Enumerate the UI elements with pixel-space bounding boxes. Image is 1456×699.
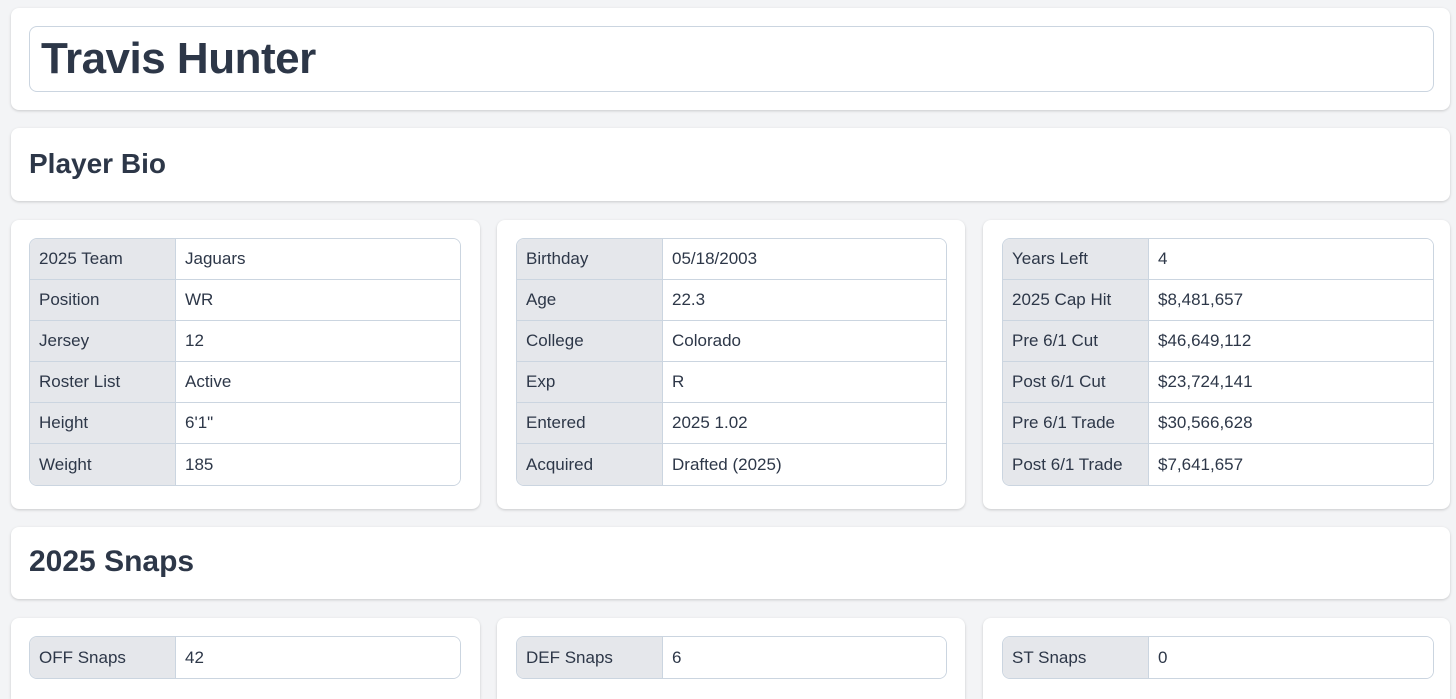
row-label: Pre 6/1 Cut	[1003, 321, 1149, 362]
row-value: R	[663, 362, 946, 403]
row-label: Height	[30, 403, 176, 444]
table-row: 2025 Cap Hit $8,481,657	[1003, 280, 1433, 321]
row-label: Birthday	[517, 239, 663, 280]
row-label: Roster List	[30, 362, 176, 403]
table-row: Acquired Drafted (2025)	[517, 444, 946, 485]
row-value: $30,566,628	[1149, 403, 1433, 444]
table-row: ST Snaps 0	[1003, 637, 1433, 678]
row-label: College	[517, 321, 663, 362]
table-row: Roster List Active	[30, 362, 460, 403]
snaps-header: 2025 Snaps	[11, 527, 1450, 599]
row-label: DEF Snaps	[517, 637, 663, 678]
table-row: DEF Snaps 6	[517, 637, 946, 678]
row-value: Active	[176, 362, 460, 403]
bio-card-personal: Birthday 05/18/2003 Age 22.3 College Colora…	[497, 220, 965, 509]
table-row: Birthday 05/18/2003	[517, 239, 946, 280]
row-value: $23,724,141	[1149, 362, 1433, 403]
table-row: Pre 6/1 Cut $46,649,112	[1003, 321, 1433, 362]
table-row: Weight 185	[30, 444, 460, 485]
row-value: $7,641,657	[1149, 444, 1433, 485]
row-value: 0	[1149, 637, 1433, 678]
table-row: OFF Snaps 42	[30, 637, 460, 678]
table-row: Jersey 12	[30, 321, 460, 362]
row-label: Post 6/1 Cut	[1003, 362, 1149, 403]
row-label: 2025 Cap Hit	[1003, 280, 1149, 321]
row-label: OFF Snaps	[30, 637, 176, 678]
bio-table-team: 2025 Team Jaguars Position WR Jersey 12 Ros…	[29, 238, 461, 486]
row-value: Colorado	[663, 321, 946, 362]
bio-table-personal: Birthday 05/18/2003 Age 22.3 College Colora…	[516, 238, 947, 486]
table-row: Position WR	[30, 280, 460, 321]
row-value: 12	[176, 321, 460, 362]
snaps-table-special-teams: ST Snaps 0	[1002, 636, 1434, 679]
table-row: 2025 Team Jaguars	[30, 239, 460, 280]
row-value: 6'1"	[176, 403, 460, 444]
row-label: Years Left	[1003, 239, 1149, 280]
table-row: Years Left 4	[1003, 239, 1433, 280]
row-label: Exp	[517, 362, 663, 403]
table-row: College Colorado	[517, 321, 946, 362]
player-name: Travis Hunter	[41, 34, 316, 83]
row-label: Weight	[30, 444, 176, 485]
table-row: Pre 6/1 Trade $30,566,628	[1003, 403, 1433, 444]
row-value: $46,649,112	[1149, 321, 1433, 362]
row-label: Pre 6/1 Trade	[1003, 403, 1149, 444]
row-label: Post 6/1 Trade	[1003, 444, 1149, 485]
bio-card-contract: Years Left 4 2025 Cap Hit $8,481,657 Pre 6…	[983, 220, 1450, 509]
row-value: 4	[1149, 239, 1433, 280]
bio-table-contract: Years Left 4 2025 Cap Hit $8,481,657 Pre 6…	[1002, 238, 1434, 486]
row-value: 6	[663, 637, 946, 678]
table-row: Age 22.3	[517, 280, 946, 321]
snaps-card-offense: OFF Snaps 42	[11, 618, 480, 699]
row-value: WR	[176, 280, 460, 321]
row-label: 2025 Team	[30, 239, 176, 280]
snaps-table-offense: OFF Snaps 42	[29, 636, 461, 679]
row-value: 42	[176, 637, 460, 678]
row-label: Jersey	[30, 321, 176, 362]
table-row: Exp R	[517, 362, 946, 403]
row-value: 185	[176, 444, 460, 485]
row-value: Jaguars	[176, 239, 460, 280]
table-row: Post 6/1 Cut $23,724,141	[1003, 362, 1433, 403]
snaps-table-defense: DEF Snaps 6	[516, 636, 947, 679]
table-row: Entered 2025 1.02	[517, 403, 946, 444]
row-label: ST Snaps	[1003, 637, 1149, 678]
player-name-box: Travis Hunter	[29, 26, 1434, 92]
snaps-title: 2025 Snaps	[29, 545, 195, 578]
row-value: 2025 1.02	[663, 403, 946, 444]
row-label: Position	[30, 280, 176, 321]
table-row: Post 6/1 Trade $7,641,657	[1003, 444, 1433, 485]
row-value: 22.3	[663, 280, 946, 321]
snaps-card-special-teams: ST Snaps 0	[983, 618, 1450, 699]
row-label: Acquired	[517, 444, 663, 485]
row-label: Entered	[517, 403, 663, 444]
player-name-card: Travis Hunter	[11, 8, 1450, 110]
row-label: Age	[517, 280, 663, 321]
player-bio-title: Player Bio	[29, 148, 166, 179]
snaps-card-defense: DEF Snaps 6	[497, 618, 965, 699]
bio-card-team: 2025 Team Jaguars Position WR Jersey 12 Ros…	[11, 220, 480, 509]
row-value: $8,481,657	[1149, 280, 1433, 321]
table-row: Height 6'1"	[30, 403, 460, 444]
row-value: 05/18/2003	[663, 239, 946, 280]
player-bio-header: Player Bio	[11, 128, 1450, 201]
row-value: Drafted (2025)	[663, 444, 946, 485]
